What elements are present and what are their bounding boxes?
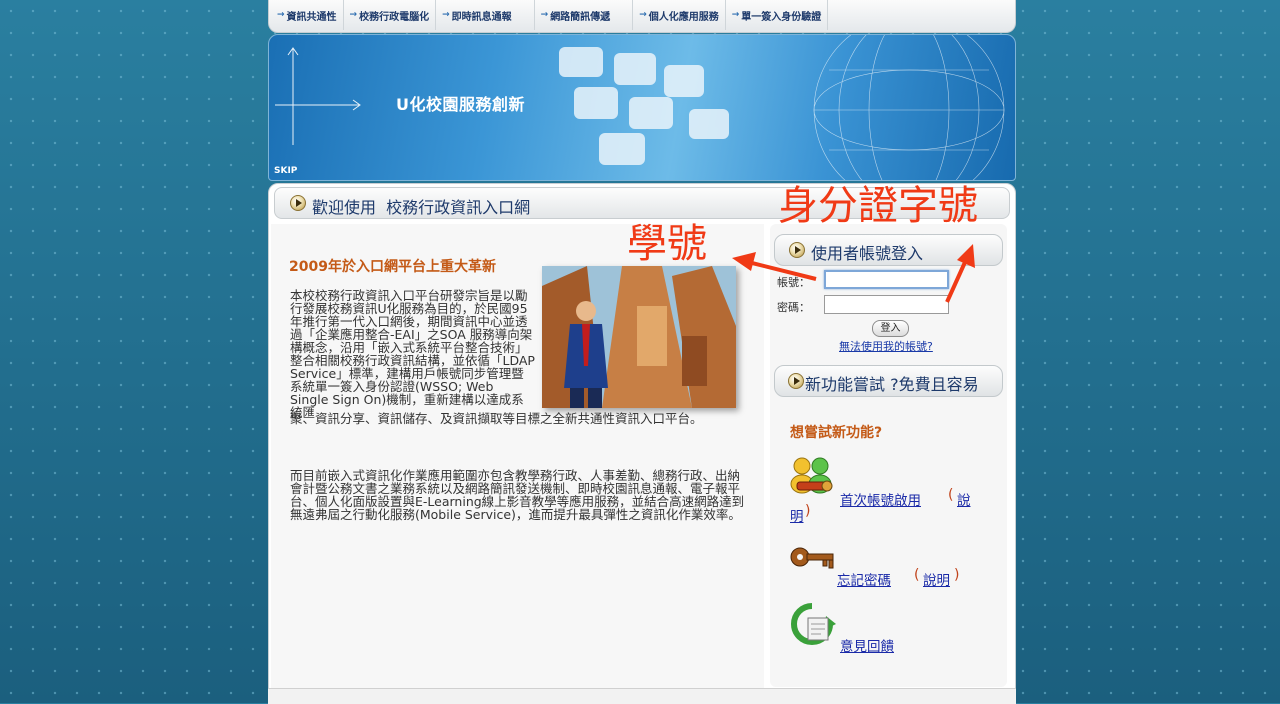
- national-id-annotation: 身分證字號: [778, 183, 978, 229]
- student-id-annotation: 學號: [627, 221, 707, 267]
- annotation-arrows: [732, 244, 975, 303]
